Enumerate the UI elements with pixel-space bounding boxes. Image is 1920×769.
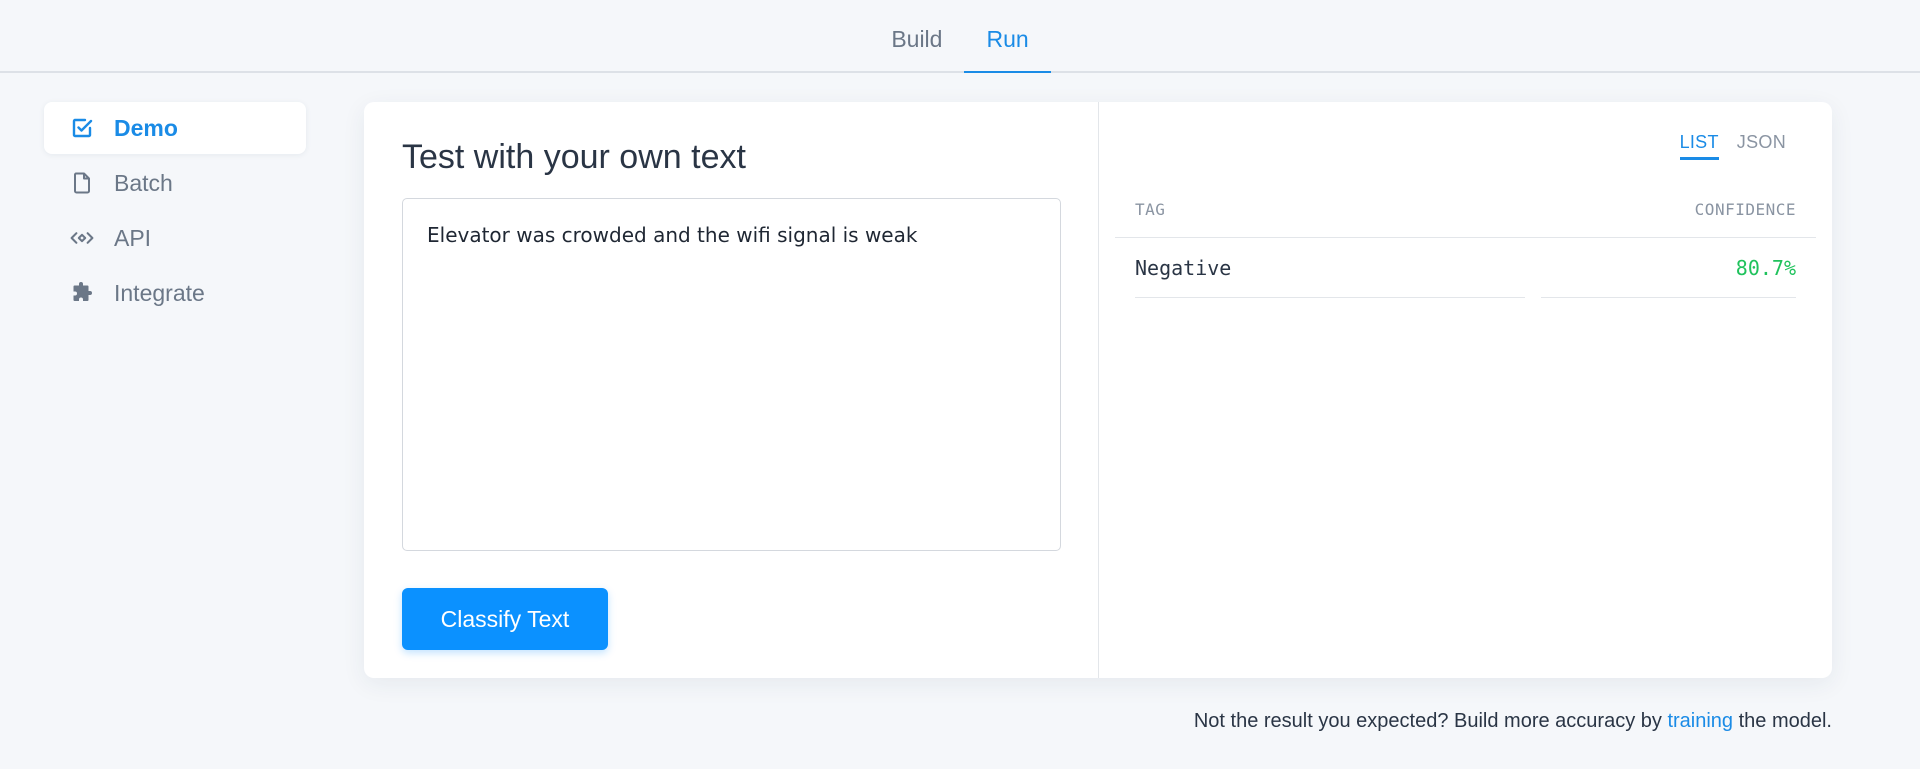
tag-cell: Negative <box>1135 238 1525 298</box>
sidebar-item-label: Integrate <box>114 279 205 306</box>
json-view-toggle[interactable]: JSON <box>1737 132 1786 160</box>
tab-build[interactable]: Build <box>869 26 964 73</box>
footer-note: Not the result you expected? Build more … <box>1194 710 1832 733</box>
sidebar-item-label: Demo <box>114 114 178 141</box>
page-title: Test with your own text <box>402 138 746 176</box>
list-view-toggle[interactable]: LIST <box>1679 132 1719 160</box>
tab-run[interactable]: Run <box>964 26 1051 73</box>
sidebar-item-demo[interactable]: Demo <box>44 102 306 154</box>
view-toggle: LIST JSON <box>1679 132 1786 160</box>
document-icon <box>68 169 96 197</box>
top-nav: Build Run <box>0 0 1920 73</box>
training-link[interactable]: training <box>1667 710 1733 732</box>
sidebar-item-batch[interactable]: Batch <box>44 157 306 209</box>
sidebar: Demo Batch API Integrate <box>44 102 306 322</box>
results-pane: LIST JSON TAG CONFIDENCE Negative 80.7% <box>1099 102 1832 678</box>
text-input[interactable] <box>402 198 1061 551</box>
table-row: Negative 80.7% <box>1135 238 1796 298</box>
confidence-cell: 80.7% <box>1541 238 1796 298</box>
checkbox-icon <box>68 114 96 142</box>
results-header: TAG CONFIDENCE <box>1115 200 1816 238</box>
column-header-confidence: CONFIDENCE <box>1694 200 1796 219</box>
classify-text-button[interactable]: Classify Text <box>402 588 608 650</box>
input-pane: Test with your own text Classify Text <box>364 102 1099 678</box>
footer-prefix: Not the result you expected? Build more … <box>1193 710 1668 732</box>
code-icon <box>68 224 96 252</box>
footer-suffix: the model. <box>1733 710 1832 732</box>
sidebar-item-integrate[interactable]: Integrate <box>44 267 306 319</box>
column-header-tag: TAG <box>1135 200 1166 219</box>
demo-card: Test with your own text Classify Text LI… <box>364 102 1832 678</box>
sidebar-item-label: API <box>114 224 152 251</box>
puzzle-icon <box>68 279 96 307</box>
results-table: TAG CONFIDENCE Negative 80.7% <box>1115 200 1816 298</box>
sidebar-item-api[interactable]: API <box>44 212 306 264</box>
sidebar-item-label: Batch <box>114 169 173 196</box>
